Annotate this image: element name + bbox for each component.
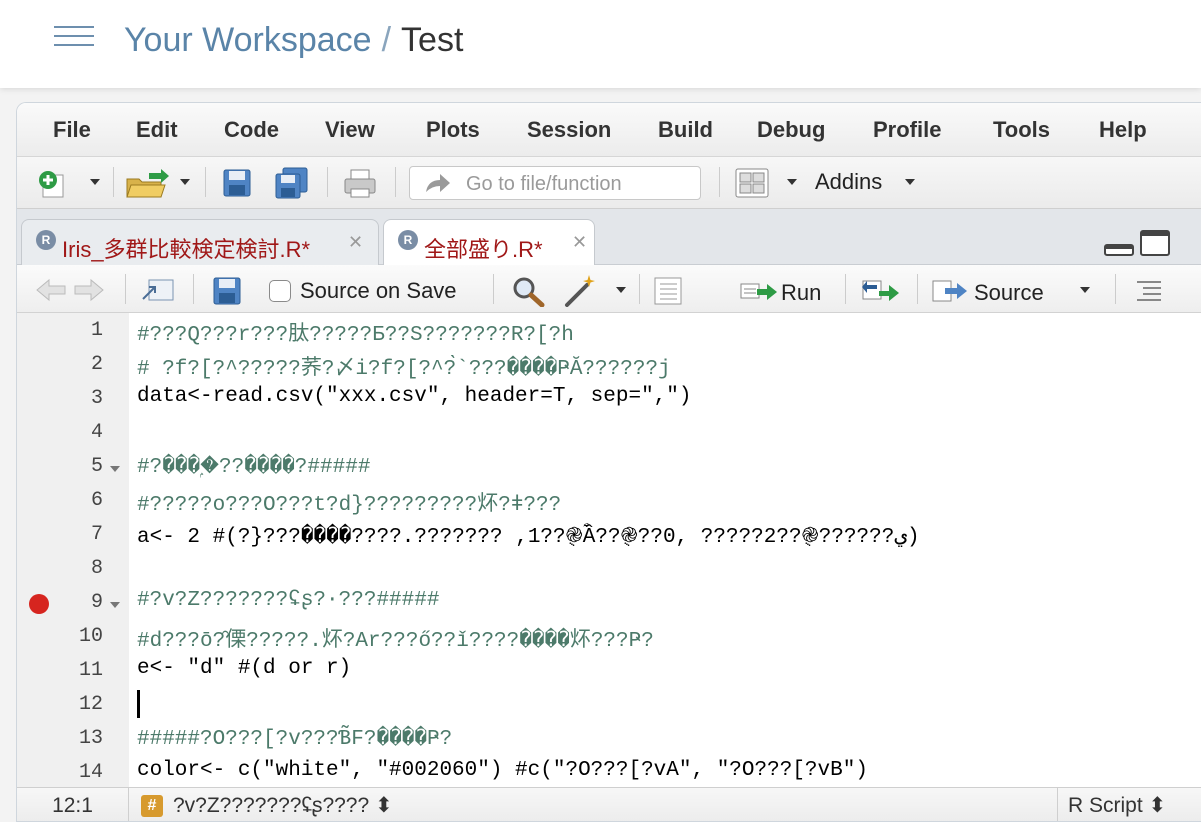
menu-profile[interactable]: Profile	[873, 117, 941, 143]
source-on-save-label: Source on Save	[300, 278, 457, 304]
pane-window-controls	[1103, 229, 1183, 259]
breakpoint-icon[interactable]	[29, 594, 49, 614]
menu-view[interactable]: View	[325, 117, 375, 143]
code-line: 8	[17, 551, 1201, 585]
fold-arrow-icon[interactable]	[110, 602, 120, 608]
go-to-file-input[interactable]: Go to file/function	[409, 166, 701, 200]
code-tools-wand-icon[interactable]	[563, 273, 599, 307]
code-line: 13 #####?O???[?v???Ɓ̃F?����Ҏ?	[17, 721, 1201, 755]
rerun-icon[interactable]	[861, 279, 901, 303]
menu-code[interactable]: Code	[224, 117, 279, 143]
file-type-label: R Script	[1068, 794, 1143, 817]
breadcrumb-separator: /	[382, 21, 391, 59]
new-file-dropdown-icon[interactable]	[90, 179, 100, 185]
source-icon[interactable]	[931, 279, 971, 303]
addins-dropdown-icon[interactable]	[905, 179, 915, 185]
code-tools-dropdown-icon[interactable]	[616, 287, 626, 293]
section-hash-icon: #	[141, 795, 163, 817]
menu-tools[interactable]: Tools	[993, 117, 1050, 143]
editor-toolbar: Source on Save Run	[17, 265, 1201, 313]
menu-session[interactable]: Session	[527, 117, 611, 143]
code-line: 6 #?????o???O???t?d}?????????炋?ǂ???	[17, 483, 1201, 517]
fold-arrow-icon[interactable]	[110, 466, 120, 472]
code-line: 2 # ?f?[?^?????荞?〆i?f?[?^?̀`???����ҎĂ???…	[17, 347, 1201, 381]
compile-report-icon[interactable]	[653, 277, 683, 305]
code-line: 3 data<-read.csv("xxx.csv", header=T, se…	[17, 381, 1201, 415]
menu-bar: File Edit Code View Plots Session Build …	[17, 103, 1201, 157]
menu-debug[interactable]: Debug	[757, 117, 825, 143]
code-line: 11 e<- "d" #(d or r)	[17, 653, 1201, 687]
open-file-icon[interactable]	[125, 169, 169, 199]
hamburger-menu-icon[interactable]	[54, 26, 94, 48]
source-button[interactable]: Source	[974, 280, 1044, 306]
addins-menu[interactable]: Addins	[815, 169, 882, 195]
show-in-new-window-icon[interactable]	[141, 277, 175, 303]
section-name: ?v?Z???????ʢʂ????	[173, 794, 369, 817]
go-to-arrow-icon	[422, 172, 452, 196]
code-line: 9 #?v?Z???????ʢʂ?·???#####	[17, 585, 1201, 619]
search-icon[interactable]	[511, 275, 545, 307]
menu-help[interactable]: Help	[1099, 117, 1147, 143]
main-toolbar: Go to file/function Addins	[17, 157, 1201, 209]
save-all-icon[interactable]	[275, 167, 309, 199]
source-on-save-checkbox[interactable]	[269, 280, 291, 302]
ide-window: File Edit Code View Plots Session Build …	[16, 102, 1201, 822]
pane-layout-icon[interactable]	[735, 168, 769, 198]
tab-iris[interactable]: R Iris_多群比較検定検討.R* ✕	[21, 219, 379, 265]
r-file-icon: R	[36, 230, 56, 250]
editor-save-icon[interactable]	[213, 277, 241, 305]
pane-layout-dropdown-icon[interactable]	[787, 179, 797, 185]
code-line: 4	[17, 415, 1201, 449]
new-file-icon[interactable]	[37, 169, 67, 199]
section-navigator[interactable]: ?v?Z???????ʢʂ???? ⬍	[173, 793, 393, 818]
code-editor[interactable]: 1 #???Q???r???肽?????Б??S???????R?[?h 2 #…	[17, 313, 1201, 787]
menu-file[interactable]: File	[53, 117, 91, 143]
code-line: 5 #?����ۭ??����?#####	[17, 449, 1201, 483]
code-line: 1 #???Q???r???肽?????Б??S???????R?[?h	[17, 313, 1201, 347]
go-to-file-placeholder: Go to file/function	[466, 173, 622, 196]
document-outline-icon[interactable]	[1135, 279, 1163, 301]
nav-back-forward-icon[interactable]	[35, 277, 105, 303]
source-dropdown-icon[interactable]	[1080, 287, 1090, 293]
breadcrumb: Your Workspace / Test	[124, 18, 463, 62]
editor-status-bar: 12:1 # ?v?Z???????ʢʂ???? ⬍ R Script ⬍	[17, 787, 1201, 822]
tab-label: Iris_多群比較検定検討.R*	[62, 232, 310, 264]
run-button[interactable]: Run	[781, 280, 821, 306]
tab-label: 全部盛り.R*	[424, 232, 543, 264]
close-tab-icon[interactable]: ✕	[348, 232, 363, 253]
top-header: Your Workspace / Test	[0, 0, 1201, 88]
open-file-dropdown-icon[interactable]	[180, 179, 190, 185]
code-line: 12	[17, 687, 1201, 721]
menu-edit[interactable]: Edit	[136, 117, 178, 143]
code-line: 7 a<- 2 #(?}???����????.??????? ,1??ֻ֎ؐÂ…	[17, 517, 1201, 551]
code-line: 10 #d???ō?̑傈?????.炋?Ar???ő??ǐ????����炋??…	[17, 619, 1201, 653]
menu-build[interactable]: Build	[658, 117, 713, 143]
breadcrumb-project: Test	[401, 21, 463, 59]
menu-plots[interactable]: Plots	[426, 117, 480, 143]
close-tab-icon[interactable]: ✕	[572, 232, 587, 253]
file-type-selector[interactable]: R Script ⬍	[1057, 788, 1201, 822]
breadcrumb-workspace-link[interactable]: Your Workspace	[124, 21, 372, 59]
minimize-pane-icon[interactable]	[1105, 245, 1133, 255]
code-line: 14 color<- c("white", "#002060") #c("?O?…	[17, 755, 1201, 789]
tab-zenbu[interactable]: R 全部盛り.R* ✕	[383, 219, 595, 266]
cursor-position: 12:1	[17, 788, 129, 822]
editor-tab-strip: R Iris_多群比較検定検討.R* ✕ R 全部盛り.R* ✕	[17, 209, 1201, 265]
save-icon[interactable]	[223, 169, 251, 197]
print-icon[interactable]	[343, 169, 377, 199]
maximize-pane-icon[interactable]	[1141, 231, 1169, 255]
text-cursor	[137, 690, 140, 718]
run-icon[interactable]	[739, 281, 779, 303]
r-file-icon: R	[398, 230, 418, 250]
